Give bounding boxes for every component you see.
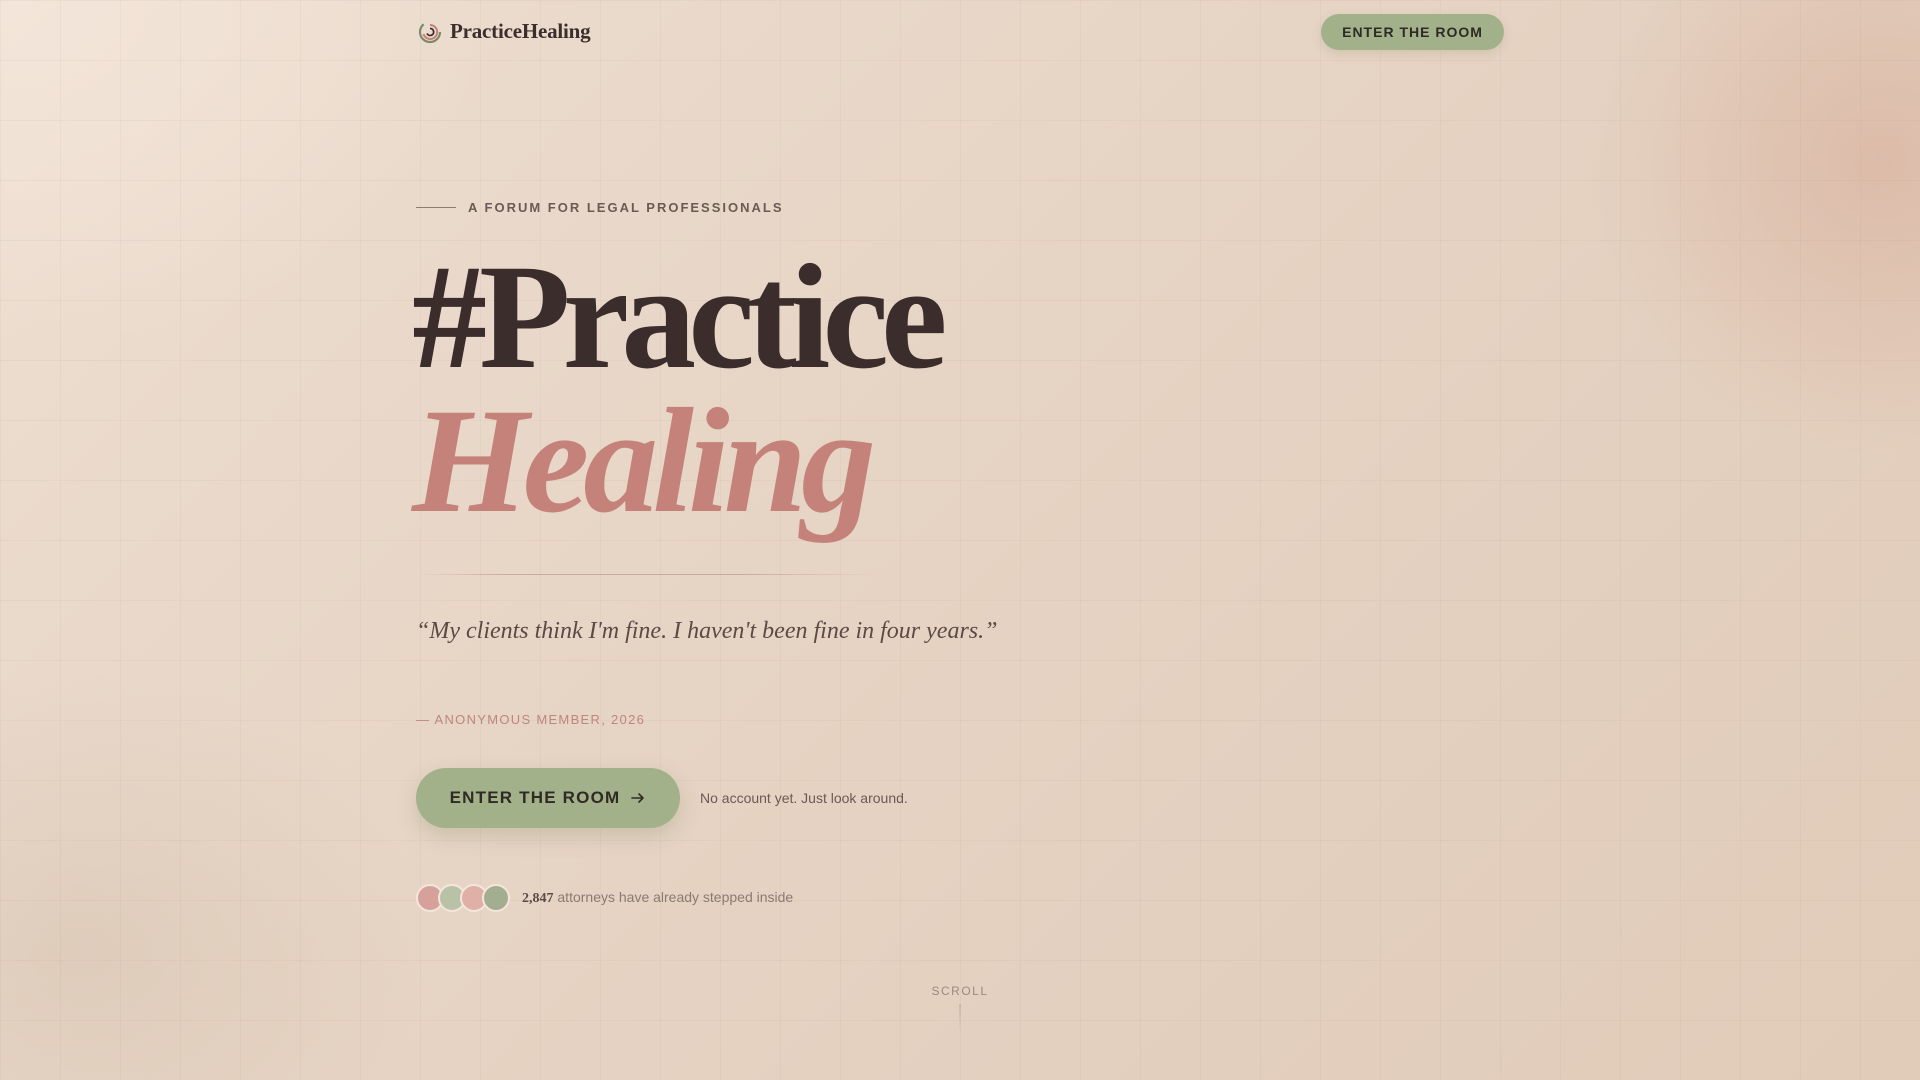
quote-attribution: — ANONYMOUS MEMBER, 2026 [416,712,646,727]
scroll-line [959,1004,961,1032]
avatar [482,884,510,912]
member-count-suffix: attorneys have already stepped inside [557,889,794,905]
page-content: PracticeHealing ENTER THE ROOM A FORUM F… [0,0,1920,1080]
member-quote: “My clients think I'm fine. I haven't be… [416,618,998,644]
eyebrow: A FORUM FOR LEGAL PROFESSIONALS [416,200,784,215]
cta-note: No account yet. Just look around. [700,790,908,806]
hero-title-line-2: Healing [412,378,876,544]
eyebrow-rule [416,207,456,208]
scroll-label: SCROLL [931,984,989,998]
member-count-text: 2,847 attorneys have already stepped ins… [522,889,793,907]
avatar-stack [416,884,510,912]
scroll-indicator[interactable]: SCROLL [931,984,988,1032]
social-proof: 2,847 attorneys have already stepped ins… [416,884,793,912]
brand-name: PracticeHealing [450,19,591,43]
arrow-right-icon [631,793,645,803]
enter-room-button[interactable]: ENTER THE ROOM [416,768,680,828]
header-enter-room-button[interactable]: ENTER THE ROOM [1321,14,1504,50]
brand-logo[interactable]: PracticeHealing [418,19,591,44]
member-count: 2,847 [522,891,554,906]
spiral-logo-icon [418,20,442,43]
hero-divider [416,574,876,575]
eyebrow-text: A FORUM FOR LEGAL PROFESSIONALS [468,200,784,215]
enter-room-label: ENTER THE ROOM [449,788,621,807]
